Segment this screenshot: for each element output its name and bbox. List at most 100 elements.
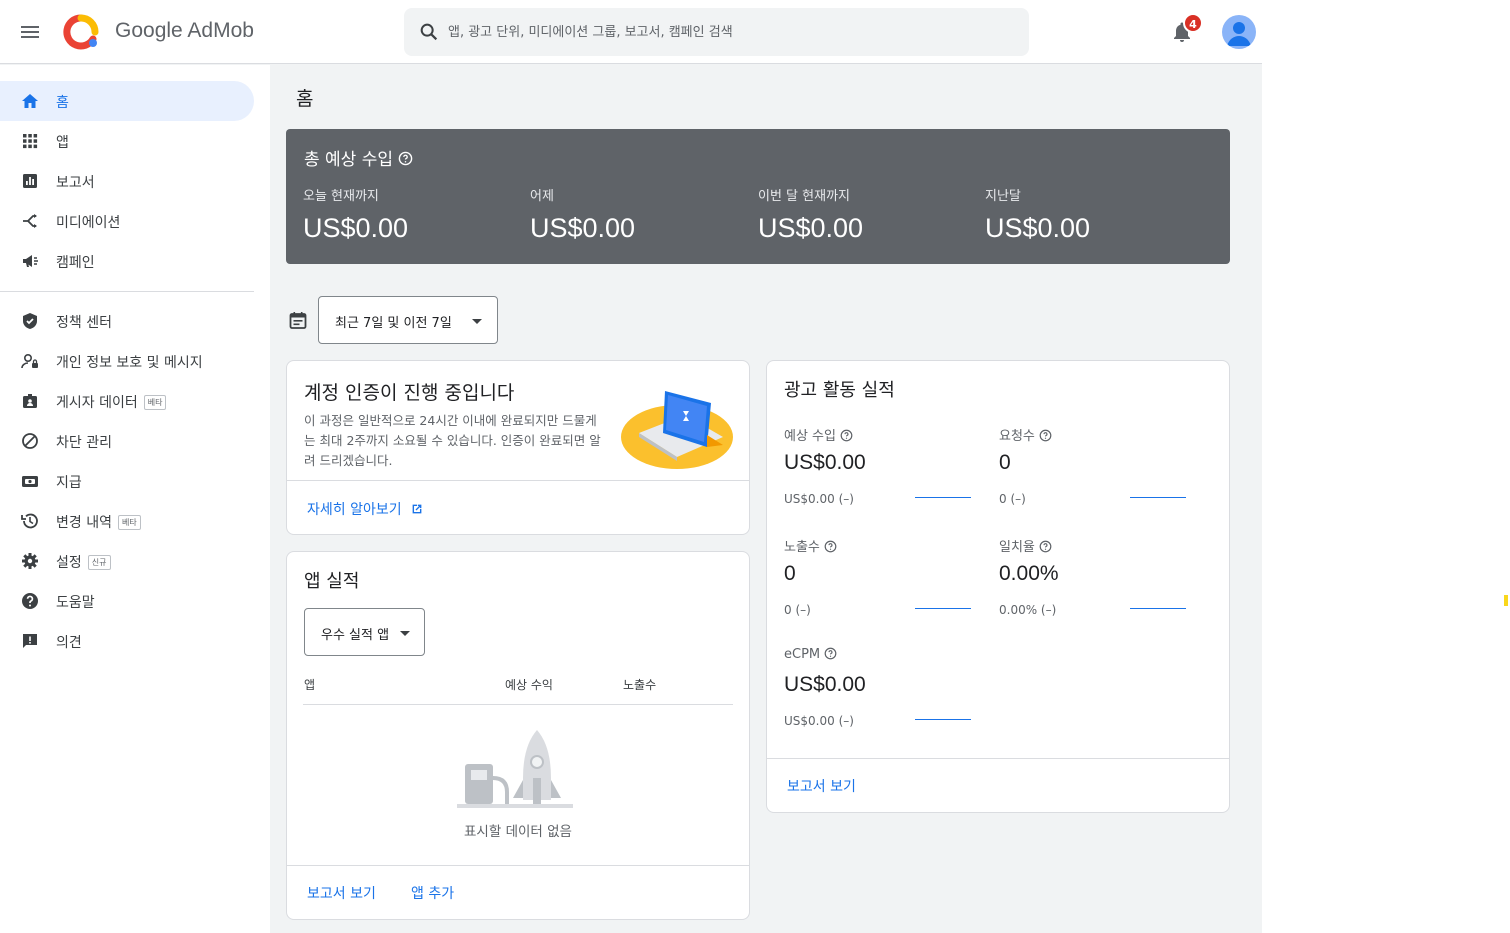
menu-icon[interactable] <box>18 20 42 44</box>
admob-logo[interactable] <box>62 14 100 50</box>
column-header-earnings: 예상 수익 <box>505 678 553 692</box>
sidebar-item-apps[interactable]: 앱 <box>0 121 254 161</box>
add-app-link[interactable]: 앱 추가 <box>411 883 454 903</box>
calendar-icon <box>289 312 307 329</box>
search-bar[interactable] <box>404 8 1029 56</box>
sidebar-item-label: 차단 관리 <box>56 435 112 451</box>
metric-comparison: US$0.00 (–) <box>784 492 854 506</box>
campaign-icon <box>23 255 38 267</box>
verification-card: 계정 인증이 진행 중입니다 이 과정은 일반적으로 24시간 이내에 완료되지… <box>286 360 750 535</box>
sidebar-item-reports[interactable]: 보고서 <box>0 161 254 201</box>
sidebar-item-policy-center[interactable]: 정책 센터 <box>0 301 254 341</box>
metric-value: US$0.00 <box>784 451 866 474</box>
sidebar-item-help[interactable]: 도움말 <box>0 581 254 621</box>
metric-match-rate: 일치율 0.00% 0.00% (–) <box>999 536 1199 636</box>
metric-estimated-earnings: 예상 수입 US$0.00 US$0.00 (–) <box>784 425 984 525</box>
block-icon <box>22 433 38 449</box>
help-icon[interactable] <box>840 429 853 442</box>
metric-comparison: 0 (–) <box>999 492 1026 506</box>
sidebar-item-label: 설정 신규 <box>56 552 111 572</box>
gear-icon <box>22 553 38 569</box>
sidebar-item-home[interactable]: 홈 <box>0 81 254 121</box>
earnings-yesterday: 어제 US$0.00 <box>530 185 635 244</box>
sidebar-item-label: 게시자 데이터 베타 <box>56 392 167 412</box>
sidebar-item-blocking-controls[interactable]: 차단 관리 <box>0 421 254 461</box>
sidebar-item-settings[interactable]: 설정 신규 <box>0 541 254 581</box>
metric-value: 0 <box>999 451 1011 474</box>
sparkline <box>1130 497 1186 498</box>
metric-value: 0 <box>784 562 796 585</box>
earnings-value: US$0.00 <box>985 213 1091 243</box>
badge-icon <box>23 394 37 408</box>
verification-title: 계정 인증이 진행 중입니다 <box>304 382 515 404</box>
chevron-down-icon <box>400 631 410 636</box>
payments-icon <box>22 476 38 487</box>
history-icon <box>21 513 38 529</box>
metric-requests: 요청수 0 0 (–) <box>999 425 1199 525</box>
user-icon <box>1227 22 1251 46</box>
privacy-icon <box>21 353 38 369</box>
help-icon[interactable] <box>1039 540 1052 553</box>
empty-state-text: 표시할 데이터 없음 <box>464 824 572 840</box>
apps-grid-icon <box>23 134 38 149</box>
sidebar-item-mediation[interactable]: 미디에이션 <box>0 201 254 241</box>
search-input[interactable] <box>448 8 1008 56</box>
metric-label: 예상 수입 <box>784 425 853 444</box>
top-apps-value: 우수 실적 앱 <box>321 628 390 643</box>
earnings-label: 이번 달 현재까지 <box>758 189 850 204</box>
sidebar-item-campaigns[interactable]: 캠페인 <box>0 241 254 281</box>
top-bar: Google AdMob 4 <box>0 0 1262 64</box>
sidebar-item-label: 정책 센터 <box>56 315 112 331</box>
help-icon[interactable] <box>1039 429 1052 442</box>
admob-app: Google AdMob 4 홈 앱 보고서 미디에이션 <box>0 0 1262 933</box>
sidebar-item-change-history[interactable]: 변경 내역 베타 <box>0 501 254 541</box>
sidebar-item-label: 앱 <box>56 135 69 151</box>
beta-tag: 베타 <box>117 515 141 530</box>
sidebar-item-label: 보고서 <box>56 175 95 191</box>
column-header-app: 앱 <box>304 678 316 692</box>
earnings-value: US$0.00 <box>530 213 636 243</box>
sidebar-item-feedback[interactable]: 의견 <box>0 621 254 661</box>
sidebar-item-label: 의견 <box>56 635 82 651</box>
help-icon[interactable] <box>398 151 413 166</box>
sidebar-item-publisher-data[interactable]: 게시자 데이터 베타 <box>0 381 254 421</box>
page-title: 홈 <box>296 88 314 110</box>
metric-ecpm: eCPM US$0.00 US$0.00 (–) <box>784 647 984 747</box>
sidebar-item-label: 변경 내역 베타 <box>56 512 141 532</box>
sidebar-item-payments[interactable]: 지급 <box>0 461 254 501</box>
metric-comparison: 0.00% (–) <box>999 603 1057 617</box>
sidebar-item-label: 미디에이션 <box>56 215 121 231</box>
earnings-last-month: 지난달 US$0.00 <box>985 185 1090 244</box>
view-report-link[interactable]: 보고서 보기 <box>787 776 856 796</box>
sparkline <box>915 608 971 609</box>
sidebar-item-privacy-messaging[interactable]: 개인 정보 보호 및 메시지 <box>0 341 254 381</box>
sidebar-item-label: 캠페인 <box>56 255 95 271</box>
column-header-impressions: 노출수 <box>623 678 657 692</box>
bar-chart-icon <box>23 174 37 188</box>
card-divider <box>287 865 749 866</box>
date-range-select[interactable]: 최근 7일 및 이전 7일 <box>318 296 498 344</box>
card-divider <box>287 480 749 481</box>
help-icon[interactable] <box>824 540 837 553</box>
metric-comparison: 0 (–) <box>784 603 811 617</box>
earnings-this-month: 이번 달 현재까지 US$0.00 <box>758 185 863 244</box>
metric-label: 노출수 <box>784 536 837 555</box>
earnings-title: 총 예상 수입 <box>304 145 413 170</box>
rocket-fuel-illustration <box>457 730 573 808</box>
learn-more-link[interactable]: 자세히 알아보기 <box>307 499 424 519</box>
laptop-illustration <box>621 391 733 469</box>
estimated-earnings-card: 총 예상 수입 오늘 현재까지 US$0.00 어제 US$0.00 이번 달 … <box>286 129 1230 264</box>
sidebar-divider <box>0 291 254 292</box>
help-icon[interactable] <box>824 647 837 660</box>
mediation-icon <box>23 214 37 228</box>
top-apps-select[interactable]: 우수 실적 앱 <box>304 608 425 656</box>
search-icon <box>420 23 438 41</box>
sidebar-item-label: 도움말 <box>56 595 95 611</box>
earnings-label: 오늘 현재까지 <box>303 189 379 204</box>
view-report-link[interactable]: 보고서 보기 <box>307 883 376 903</box>
earnings-label: 지난달 <box>985 189 1021 204</box>
home-icon <box>22 94 38 108</box>
account-avatar[interactable] <box>1222 15 1256 49</box>
new-tag: 신규 <box>87 555 111 570</box>
earnings-label: 어제 <box>530 189 554 204</box>
